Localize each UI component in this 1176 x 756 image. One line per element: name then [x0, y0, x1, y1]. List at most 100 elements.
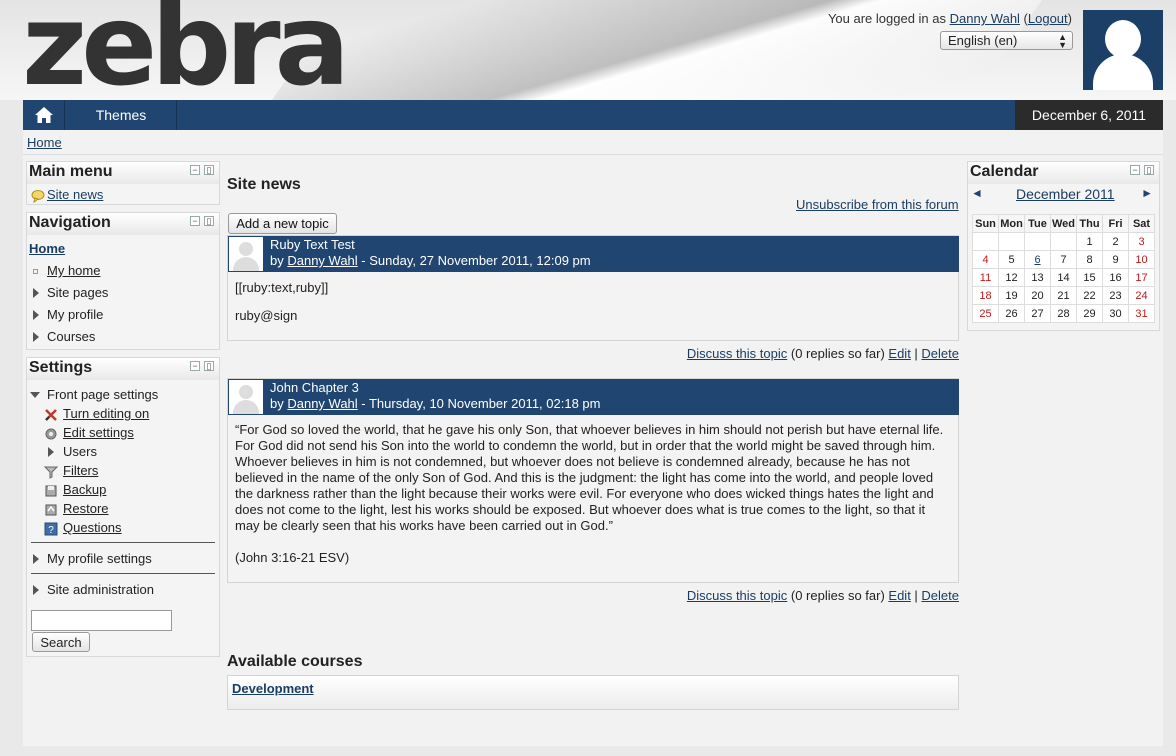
calendar-day-cell[interactable]: 24: [1128, 286, 1155, 305]
site-logo[interactable]: zebra: [22, 0, 350, 100]
post-paragraph: ruby@sign: [235, 308, 298, 323]
calendar-day-cell[interactable]: 10: [1128, 250, 1155, 269]
login-prefix: You are logged in as: [827, 11, 950, 26]
calendar-day-cell[interactable]: 28: [1050, 304, 1077, 323]
calendar-day-cell[interactable]: 7: [1050, 250, 1077, 269]
post-date: - Sunday, 27 November 2011, 12:09 pm: [357, 253, 591, 268]
calendar-day-cell[interactable]: 26: [998, 304, 1025, 323]
calendar-day-cell[interactable]: 31: [1128, 304, 1155, 323]
filters-link[interactable]: Filters: [63, 463, 98, 478]
nav-courses[interactable]: Courses: [47, 329, 95, 344]
collapse-icon[interactable]: [30, 392, 40, 398]
dock-icon[interactable]: ▯: [204, 165, 214, 175]
calendar-day-header: Wed: [1050, 214, 1077, 233]
delete-link[interactable]: Delete: [921, 588, 959, 603]
calendar-day-cell[interactable]: 6: [1024, 250, 1051, 269]
expand-icon[interactable]: [33, 554, 39, 564]
expand-icon[interactable]: [33, 288, 39, 298]
calendar-day-cell[interactable]: 5: [998, 250, 1025, 269]
breadcrumb-home[interactable]: Home: [27, 135, 62, 150]
logout-link[interactable]: Logout: [1028, 11, 1068, 26]
dock-icon[interactable]: ▯: [1144, 165, 1154, 175]
calendar-day-cell[interactable]: 8: [1076, 250, 1103, 269]
author-avatar[interactable]: [229, 237, 263, 271]
author-avatar[interactable]: [229, 380, 263, 414]
post-content: [[ruby:text,ruby]] ruby@sign: [235, 280, 950, 336]
prev-month-arrow-icon[interactable]: ◄: [971, 186, 983, 200]
my-profile-settings[interactable]: My profile settings: [47, 551, 152, 566]
calendar-day-cell[interactable]: 2: [1102, 232, 1129, 251]
add-new-topic-button[interactable]: Add a new topic: [228, 213, 337, 234]
edit-link[interactable]: Edit: [888, 588, 910, 603]
by-label: by: [270, 396, 288, 411]
main-menu-block: Main menu − ▯ Site news: [26, 161, 220, 205]
calendar-day-cell[interactable]: 11: [972, 268, 999, 287]
calendar-day-cell[interactable]: 19: [998, 286, 1025, 305]
author-link[interactable]: Danny Wahl: [287, 396, 357, 411]
calendar-day-cell[interactable]: 15: [1076, 268, 1103, 287]
course-link[interactable]: Development: [232, 681, 314, 696]
calendar-day-cell[interactable]: 18: [972, 286, 999, 305]
calendar-day-cell[interactable]: 27: [1024, 304, 1051, 323]
backup-icon: [45, 485, 57, 497]
expand-icon[interactable]: [33, 332, 39, 342]
restore-link[interactable]: Restore: [63, 501, 109, 516]
calendar-day-cell[interactable]: 14: [1050, 268, 1077, 287]
calendar-day-cell[interactable]: 16: [1102, 268, 1129, 287]
calendar-day-cell[interactable]: 29: [1076, 304, 1103, 323]
front-page-settings[interactable]: Front page settings: [47, 387, 158, 402]
minimize-icon[interactable]: −: [190, 361, 200, 371]
discuss-topic-link[interactable]: Discuss this topic: [687, 588, 787, 603]
calendar-day-cell[interactable]: 20: [1024, 286, 1051, 305]
users-item[interactable]: Users: [63, 444, 97, 459]
language-select[interactable]: English (en) ▲ ▼: [940, 31, 1073, 50]
site-news-link[interactable]: Site news: [47, 187, 103, 202]
expand-icon[interactable]: [33, 310, 39, 320]
user-name-link[interactable]: Danny Wahl: [950, 11, 1020, 26]
user-avatar[interactable]: [1083, 10, 1163, 90]
calendar-day-cell[interactable]: 21: [1050, 286, 1077, 305]
discuss-topic-link[interactable]: Discuss this topic: [687, 346, 787, 361]
next-month-arrow-icon[interactable]: ►: [1141, 186, 1153, 200]
divider: [23, 154, 1163, 155]
expand-icon[interactable]: [48, 447, 54, 457]
edit-link[interactable]: Edit: [888, 346, 910, 361]
menu-item-themes[interactable]: Themes: [66, 100, 177, 130]
calendar-day-cell[interactable]: 1: [1076, 232, 1103, 251]
calendar-day-cell[interactable]: 17: [1128, 268, 1155, 287]
nav-site-pages[interactable]: Site pages: [47, 285, 108, 300]
author-link[interactable]: Danny Wahl: [287, 253, 357, 268]
language-value: English (en): [948, 33, 1018, 48]
unsubscribe-link[interactable]: Unsubscribe from this forum: [796, 197, 959, 212]
calendar-day-cell[interactable]: 9: [1102, 250, 1129, 269]
nav-my-profile[interactable]: My profile: [47, 307, 103, 322]
backup-link[interactable]: Backup: [63, 482, 106, 497]
calendar-day-link[interactable]: 6: [1034, 254, 1040, 266]
calendar-day-cell[interactable]: 23: [1102, 286, 1129, 305]
calendar-day-cell[interactable]: 13: [1024, 268, 1051, 287]
settings-search-input[interactable]: [31, 610, 172, 631]
post-commands: Discuss this topic (0 replies so far) Ed…: [687, 588, 959, 603]
delete-link[interactable]: Delete: [921, 346, 959, 361]
turn-editing-on-link[interactable]: Turn editing on: [63, 406, 149, 421]
calendar-day-cell[interactable]: 3: [1128, 232, 1155, 251]
minimize-icon[interactable]: −: [190, 216, 200, 226]
calendar-day-cell[interactable]: 25: [972, 304, 999, 323]
calendar-month-link[interactable]: December 2011: [1016, 186, 1115, 202]
search-button[interactable]: Search: [32, 632, 90, 652]
dock-icon[interactable]: ▯: [204, 361, 214, 371]
calendar-day-cell[interactable]: 30: [1102, 304, 1129, 323]
nav-home-link[interactable]: Home: [29, 241, 65, 256]
site-administration[interactable]: Site administration: [47, 582, 154, 597]
nav-my-home[interactable]: My home: [47, 263, 100, 278]
minimize-icon[interactable]: −: [190, 165, 200, 175]
expand-icon[interactable]: [33, 585, 39, 595]
calendar-day-cell[interactable]: 12: [998, 268, 1025, 287]
home-button[interactable]: [23, 100, 65, 130]
dock-icon[interactable]: ▯: [204, 216, 214, 226]
calendar-day-cell[interactable]: 22: [1076, 286, 1103, 305]
questions-link[interactable]: Questions: [63, 520, 122, 535]
calendar-day-cell[interactable]: 4: [972, 250, 999, 269]
minimize-icon[interactable]: −: [1130, 165, 1140, 175]
edit-settings-link[interactable]: Edit settings: [63, 425, 134, 440]
